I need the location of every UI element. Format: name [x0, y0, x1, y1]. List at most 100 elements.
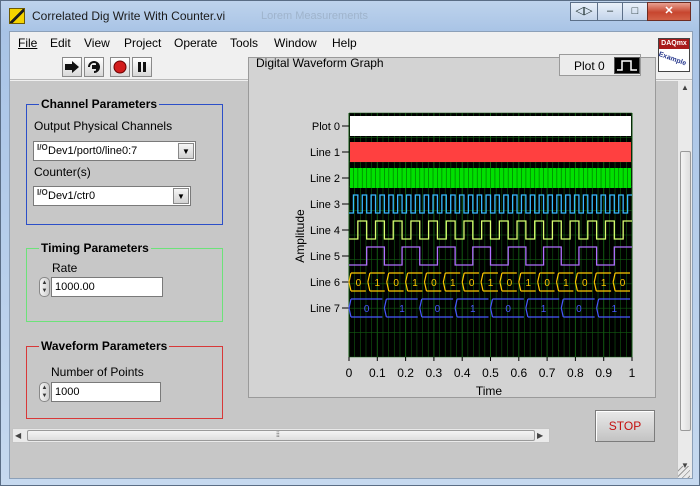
output-channels-field[interactable]: I/O Dev1/port0/line0:7 ▼ — [33, 141, 196, 161]
rate-input[interactable]: 1000.00 — [51, 277, 163, 297]
x-axis-ticks: 0 0.1 0.2 0.3 0.4 0.5 0.6 0.7 0.8 0.9 1 — [346, 357, 636, 380]
x-tick-label: 0.6 — [510, 366, 527, 380]
vertical-scrollbar[interactable]: ▲ ▼ — [677, 81, 692, 478]
menu-bar: File Edit View Project Operate Tools Win… — [10, 32, 692, 54]
horizontal-scroll-thumb[interactable]: ⁞⁞⁞ — [27, 430, 535, 441]
maximize-button[interactable]: □ — [622, 2, 648, 21]
line1-trace — [350, 142, 631, 162]
run-continuously-button[interactable] — [84, 57, 104, 77]
daqmx-badge-label: DAQmx — [659, 39, 689, 49]
io-tag-icon: I/O — [37, 188, 48, 197]
digital-waveform-graph[interactable]: Plot 0 Line 1 Line 2 Line 3 Line 4 Line 5 Line… — [286, 109, 641, 395]
resize-grip[interactable] — [678, 466, 690, 478]
menu-window-label: Window — [274, 36, 317, 50]
x-tick-label: 0.3 — [426, 366, 443, 380]
bus-value-label: 0 — [620, 278, 626, 289]
rate-spinner-icon[interactable]: ▲ ▼ — [39, 277, 50, 297]
pause-icon — [138, 62, 146, 72]
menu-help[interactable]: Help — [332, 36, 357, 50]
row-label: Line 1 — [310, 147, 340, 159]
bus-value-label: 1 — [612, 304, 618, 315]
bus-value-label: 0 — [435, 304, 441, 315]
x-tick-label: 0.8 — [567, 366, 584, 380]
plot-legend[interactable]: Plot 0 — [559, 54, 641, 76]
app-window: Correlated Dig Write With Counter.vi Lor… — [0, 0, 700, 486]
run-continuously-icon — [88, 61, 100, 73]
x-tick-label: 0 — [346, 366, 353, 380]
bus-value-label: 0 — [469, 278, 475, 289]
row-label: Line 2 — [310, 173, 340, 185]
bus-value-label: 0 — [582, 278, 588, 289]
vertical-scroll-thumb[interactable] — [680, 151, 691, 431]
menu-tools[interactable]: Tools — [230, 36, 258, 50]
scroll-right-icon[interactable]: ▶ — [537, 431, 543, 440]
rate-label: Rate — [52, 261, 78, 275]
row-label: Line 7 — [310, 303, 340, 315]
scroll-up-icon[interactable]: ▲ — [681, 83, 689, 92]
chevron-down-icon[interactable]: ▼ — [173, 188, 189, 204]
square-wave-icon — [614, 57, 640, 74]
menu-edit[interactable]: Edit — [50, 36, 71, 50]
menu-operate-label: Operate — [174, 36, 218, 50]
x-tick-label: 0.5 — [482, 366, 499, 380]
bus-value-label: 0 — [505, 304, 511, 315]
row-label: Plot 0 — [312, 121, 340, 133]
menu-project[interactable]: Project — [124, 36, 161, 50]
waveform-parameters-title: Waveform Parameters — [39, 339, 170, 353]
io-tag-icon: I/O — [37, 143, 48, 152]
menu-window[interactable]: Window — [274, 36, 317, 50]
bus-value-label: 0 — [431, 278, 437, 289]
bus-value-label: 0 — [507, 278, 513, 289]
counter-field[interactable]: I/O Dev1/ctr0 ▼ — [33, 186, 191, 206]
bus-value-label: 1 — [563, 278, 569, 289]
menu-file[interactable]: File — [18, 36, 37, 50]
menu-tools-label: Tools — [230, 36, 259, 50]
bus-value-label: 0 — [364, 304, 370, 315]
snap-nav-button[interactable]: ◁▷ — [570, 2, 598, 21]
abort-icon — [113, 60, 127, 74]
x-tick-label: 0.9 — [595, 366, 612, 380]
scroll-left-icon[interactable]: ◀ — [15, 431, 21, 440]
menu-help-label: Help — [332, 36, 357, 50]
example-badge-label: Example — [657, 51, 688, 68]
number-of-points-input[interactable]: 1000 — [51, 382, 161, 402]
minimize-button[interactable]: – — [597, 2, 623, 21]
menu-operate[interactable]: Operate — [174, 36, 217, 50]
bus-value-label: 1 — [412, 278, 418, 289]
daqmx-example-icon: DAQmx Example — [658, 38, 690, 72]
output-channels-label: Output Physical Channels — [34, 119, 173, 133]
row-label: Line 4 — [310, 225, 340, 237]
bus-value-label: 0 — [544, 278, 550, 289]
bus-value-label: 1 — [541, 304, 547, 315]
chevron-down-icon[interactable]: ▼ — [178, 143, 194, 159]
plot0-trace — [350, 116, 631, 136]
stop-button[interactable]: STOP — [595, 410, 655, 442]
x-tick-label: 0.1 — [369, 366, 386, 380]
close-button[interactable]: ✕ — [647, 2, 691, 21]
bus-value-label: 1 — [399, 304, 405, 315]
bus-value-label: 1 — [450, 278, 456, 289]
grip-icon: ⁞⁞⁞ — [276, 432, 280, 439]
bus-value-label: 1 — [470, 304, 476, 315]
bus-value-label: 1 — [375, 278, 381, 289]
horizontal-scrollbar[interactable]: ◀ ⁞⁞⁞ ▶ — [12, 428, 550, 443]
x-tick-label: 1 — [629, 366, 636, 380]
x-axis-label: Time — [476, 384, 503, 395]
abort-button[interactable] — [110, 57, 130, 77]
pause-button[interactable] — [132, 57, 152, 77]
points-spinner-icon[interactable]: ▲ ▼ — [39, 382, 50, 402]
background-window-title: Lorem Measurements — [261, 10, 368, 22]
menu-edit-label: Edit — [50, 36, 71, 50]
counter-value: Dev1/ctr0 — [48, 190, 96, 202]
x-tick-label: 0.7 — [539, 366, 556, 380]
run-button[interactable] — [62, 57, 82, 77]
output-channels-value: Dev1/port0/line0:7 — [48, 145, 138, 157]
bus-value-label: 1 — [488, 278, 494, 289]
counter-label: Counter(s) — [34, 165, 91, 179]
row-labels: Plot 0 Line 1 Line 2 Line 3 Line 4 Line 5 Line… — [310, 121, 349, 315]
bus-value-label: 0 — [393, 278, 399, 289]
menu-view[interactable]: View — [84, 36, 110, 50]
window-controls: ◁▷ – □ ✕ — [570, 2, 691, 21]
timing-parameters-title: Timing Parameters — [39, 241, 151, 255]
title-bar[interactable]: Correlated Dig Write With Counter.vi Lor… — [1, 1, 700, 31]
